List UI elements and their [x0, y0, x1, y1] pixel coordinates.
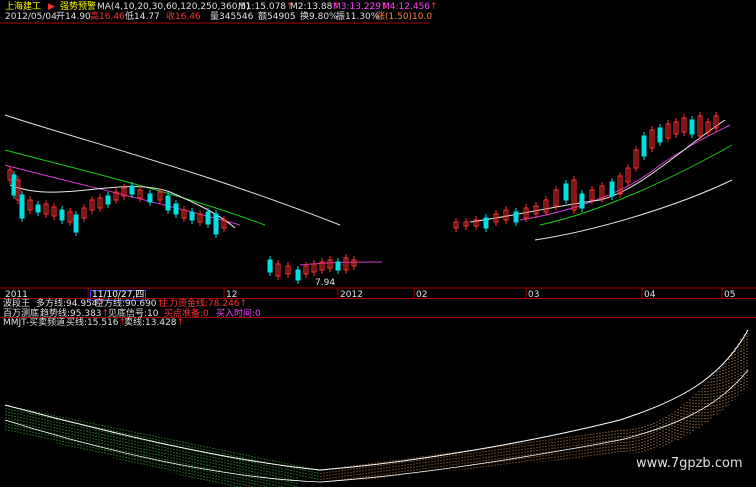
candle-body-1 [11, 174, 17, 196]
ma-white-long [4, 114, 341, 226]
candle-body-46 [513, 211, 519, 223]
candle-body-21 [165, 195, 171, 211]
candle-body-43 [483, 217, 489, 229]
candle-body-17 [129, 185, 135, 195]
candle-body-60 [641, 135, 647, 157]
short-line-value: 空方线:90.690↑ [95, 299, 165, 309]
candle-body-56 [609, 181, 615, 197]
quote-turnover: 换9.80% [300, 12, 338, 22]
indicator-title[interactable]: 强势预警 [60, 2, 96, 12]
candle-body-66 [689, 119, 695, 135]
quote-low: 低14.77 [125, 12, 160, 22]
candle-body-5 [35, 204, 41, 213]
flag-icon: ▶ [48, 2, 55, 12]
watermark: www.7gpzb.com [636, 456, 743, 471]
ma-params: MA(4,10,20,30,60,120,250,360,5) [97, 2, 250, 12]
candle-body-27 [213, 213, 219, 235]
buy-line-value: 买线:15.516↑ [66, 318, 127, 328]
stock-chart-canvas[interactable] [0, 0, 756, 487]
candlestick-series [7, 112, 719, 284]
candle-body-51 [563, 183, 569, 201]
candle-body-32 [295, 269, 301, 281]
quote-volume: 量345546 [210, 12, 254, 22]
candle-body-22 [173, 203, 179, 215]
sell-line-value: 卖线:13.428↑ [124, 318, 185, 328]
quote-date: 2012/05/04 [5, 12, 57, 22]
quote-change: 涨(1.50)10.0 [376, 12, 433, 22]
fund-line-value: 主力资金线:78.246↑ [160, 299, 248, 309]
quote-close: 收16.46 [166, 12, 201, 22]
quote-amount: 额54905 [258, 12, 296, 22]
candle-body-24 [189, 211, 195, 221]
candle-body-3 [19, 194, 25, 219]
quote-amplitude: 振11.30% [336, 12, 380, 22]
ma-m4: M4:12.456↑ [382, 2, 438, 12]
candle-body-53 [579, 193, 585, 209]
stock-name: 上海建工 [5, 2, 42, 12]
candle-body-26 [205, 211, 211, 225]
quote-open: 开14.90 [56, 12, 91, 22]
candle-body-19 [147, 193, 153, 203]
ma-m1: M1:15.078↑ [238, 2, 294, 12]
candle-body-8 [59, 209, 65, 221]
ma-white-right-2 [469, 119, 726, 223]
candle-body-62 [657, 127, 663, 143]
candle-body-14 [105, 195, 111, 205]
panel2-row1-name[interactable]: 波段王 [3, 299, 30, 309]
quote-high: 高16.46 [90, 12, 125, 22]
candle-body-29 [267, 259, 273, 273]
ma-m3: M3:13.229↑ [333, 2, 389, 12]
candle-body-37 [335, 261, 341, 271]
panel3-title[interactable]: MMJT-买卖频道 [3, 318, 65, 328]
buy-line [4, 329, 749, 471]
candle-body-10 [73, 214, 79, 233]
low-price-label: 7.94 [315, 278, 336, 288]
